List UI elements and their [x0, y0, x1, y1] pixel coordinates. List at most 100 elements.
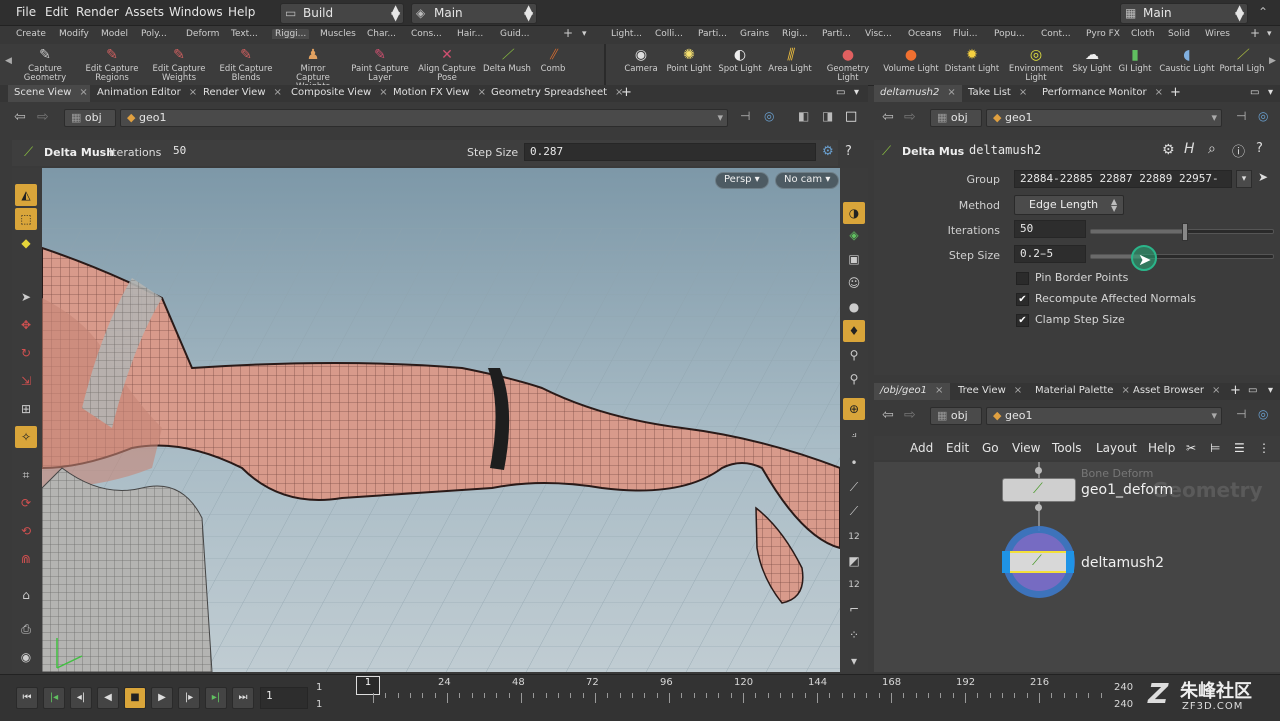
lock-camera-icon[interactable]: ◑ [843, 202, 865, 224]
shelf-menu-icon[interactable]: ▾ [582, 29, 587, 39]
jump-end-icon[interactable]: ⏭ [232, 687, 254, 709]
add-tab-icon[interactable]: + [615, 83, 638, 100]
shelf-tab-pyrofx[interactable]: Pyro FX [1086, 29, 1120, 39]
more-icon[interactable]: ⋮ [1258, 441, 1270, 455]
display-normals-icon[interactable]: ⚲ [843, 368, 865, 390]
shading-icon[interactable]: ◨ [822, 109, 833, 123]
play-reverse-icon[interactable]: ◀ [97, 687, 119, 709]
shelf-tab-visc[interactable]: Visc... [865, 29, 892, 39]
iterations-field[interactable]: 50 [1014, 220, 1086, 238]
pin-icon[interactable]: ⊣ [1236, 407, 1246, 421]
shelf-tab-colli[interactable]: Colli... [655, 29, 683, 39]
path-geo1[interactable]: ◆ geo1 ▾ [986, 407, 1222, 425]
tab-material-palette[interactable]: Material Palette × [1029, 383, 1130, 400]
tab-scene-view[interactable]: Scene View × [8, 85, 90, 102]
tab-asset-browser[interactable]: Asset Browser × [1127, 383, 1225, 400]
menu-assets[interactable]: Assets [125, 5, 164, 19]
tab-tree-view[interactable]: Tree View × [952, 383, 1028, 400]
ghost-icon[interactable]: ☺ [843, 272, 865, 294]
link-icon[interactable]: ◎ [1258, 407, 1268, 421]
path-obj[interactable]: ▦ obj [64, 109, 116, 127]
scroll-left-icon[interactable]: ◀ [5, 56, 12, 66]
net-menu-go[interactable]: Go [982, 441, 999, 455]
select-mode-icon[interactable]: ⬚ [15, 208, 37, 230]
shelf-tab-modify[interactable]: Modify [59, 29, 89, 39]
wire-icon[interactable]: ⟓ [843, 422, 865, 444]
add-tab-icon[interactable]: + [1164, 83, 1187, 100]
pose-icon[interactable]: ✧ [15, 426, 37, 448]
step-size-field[interactable]: 0.2̵5 [1014, 245, 1086, 263]
tab-geometry-spreadsheet[interactable]: Geometry Spreadsheet × [485, 85, 623, 102]
shelf-tab-flui[interactable]: Flui... [953, 29, 977, 39]
step-forward-key-icon[interactable]: ▸| [205, 687, 227, 709]
h-icon[interactable]: H [1184, 141, 1195, 157]
camera-tool-icon[interactable]: ◉ [15, 646, 37, 668]
display-flag[interactable] [1002, 551, 1010, 573]
peak-icon[interactable]: ⟲ [15, 520, 37, 542]
shelf-tab-create[interactable]: Create [16, 29, 46, 39]
shelf-tab-light[interactable]: Light... [611, 29, 642, 39]
shelf-tab-solid[interactable]: Solid [1168, 29, 1190, 39]
play-icon[interactable]: ▶ [151, 687, 173, 709]
bounds-icon[interactable]: ⌐ [843, 598, 865, 620]
iterations-slider-handle[interactable] [1182, 223, 1188, 241]
tree-icon[interactable]: ⊨ [1210, 441, 1220, 455]
shelf-tab-deform[interactable]: Deform [186, 29, 219, 39]
path-obj[interactable]: ▦ obj [930, 109, 982, 127]
close-icon[interactable]: × [1155, 87, 1163, 98]
right-desktop-dropdown[interactable]: ▦ Main ▲ ▼ [1120, 3, 1248, 24]
search-icon[interactable]: ⌕ [1208, 141, 1216, 157]
tool-gi-light[interactable]: ▮ GI Light [1106, 44, 1164, 74]
shelf-tab-cloth[interactable]: Cloth [1131, 29, 1155, 39]
iterations-slider-track[interactable] [1090, 223, 1274, 241]
desktop-dropdown[interactable]: ▭ Build ▲ ▼ [280, 3, 404, 24]
view-tool-icon[interactable]: ⌂ [15, 584, 37, 606]
close-icon[interactable]: × [947, 87, 955, 98]
tool-distant-light[interactable]: ✹ Distant Light [943, 44, 1001, 74]
cube-icon[interactable]: ◧ [798, 109, 809, 123]
point-icon[interactable]: • [843, 452, 865, 474]
timeline-ruler[interactable]: 24 48 72 96 120 144 168 192 216 [370, 677, 1120, 709]
handle-tool-icon[interactable]: ◭ [15, 184, 37, 206]
shelf-tab-char[interactable]: Char... [367, 29, 396, 39]
method-dropdown[interactable]: Edge Length ▲ ▼ [1014, 195, 1124, 215]
close-icon[interactable]: × [1212, 385, 1220, 396]
forward-icon[interactable]: ⇨ [904, 109, 916, 125]
step-back-key-icon[interactable]: |◂ [43, 687, 65, 709]
menu-help[interactable]: Help [228, 5, 255, 19]
menu-windows[interactable]: Windows [169, 5, 223, 19]
cam-menu-button[interactable]: No cam ▾ [775, 172, 840, 189]
tool-point-light[interactable]: ✺ Point Light [660, 44, 718, 74]
pin-border-points-checkbox[interactable] [1016, 272, 1029, 285]
jump-start-icon[interactable]: ⏮ [16, 687, 38, 709]
link-icon[interactable]: ◎ [1258, 109, 1268, 123]
menu-edit[interactable]: Edit [45, 5, 68, 19]
net-menu-edit[interactable]: Edit [946, 441, 969, 455]
recompute-normals-checkbox[interactable]: ✔ [1016, 293, 1029, 306]
add-shelf-icon[interactable]: + [563, 26, 573, 40]
context-dropdown[interactable]: ◈ Main ▲ ▼ [411, 3, 537, 24]
tab-obj-geo1[interactable]: /obj/geo1 × [874, 383, 950, 400]
shelf-tab-rigi[interactable]: Rigi... [782, 29, 808, 39]
back-icon[interactable]: ⇦ [882, 109, 894, 125]
move-icon[interactable]: ✥ [15, 314, 37, 336]
tab-animation-editor[interactable]: Animation Editor × [91, 85, 197, 102]
tool-area-light[interactable]: ⫼ Area Light [761, 44, 819, 74]
scale-icon[interactable]: ⇲ [15, 370, 37, 392]
maximize-icon[interactable]: ▭ [1242, 383, 1263, 400]
pin-icon[interactable]: ⊣ [1236, 109, 1246, 123]
menu-render[interactable]: Render [76, 5, 119, 19]
node-name-field[interactable]: deltamush2 [964, 142, 1154, 160]
transform-icon[interactable]: ⊞ [15, 398, 37, 420]
render-tool-icon[interactable]: ⎙ [15, 618, 37, 640]
persp-menu-button[interactable]: Persp ▾ [715, 172, 769, 189]
net-menu-help[interactable]: Help [1148, 441, 1175, 455]
path-obj[interactable]: ▦ obj [930, 407, 982, 425]
more-icon[interactable]: ▾ [843, 650, 865, 672]
brush-tool-icon[interactable]: ⌗ [15, 464, 37, 486]
grid-snap-icon[interactable]: ⁘ [843, 624, 865, 646]
primitive-icon[interactable]: ◩ [843, 550, 865, 572]
forward-icon[interactable]: ⇨ [904, 407, 916, 423]
select-arrow-icon[interactable]: ➤ [1258, 170, 1268, 184]
shelf-tab-popu[interactable]: Popu... [994, 29, 1025, 39]
